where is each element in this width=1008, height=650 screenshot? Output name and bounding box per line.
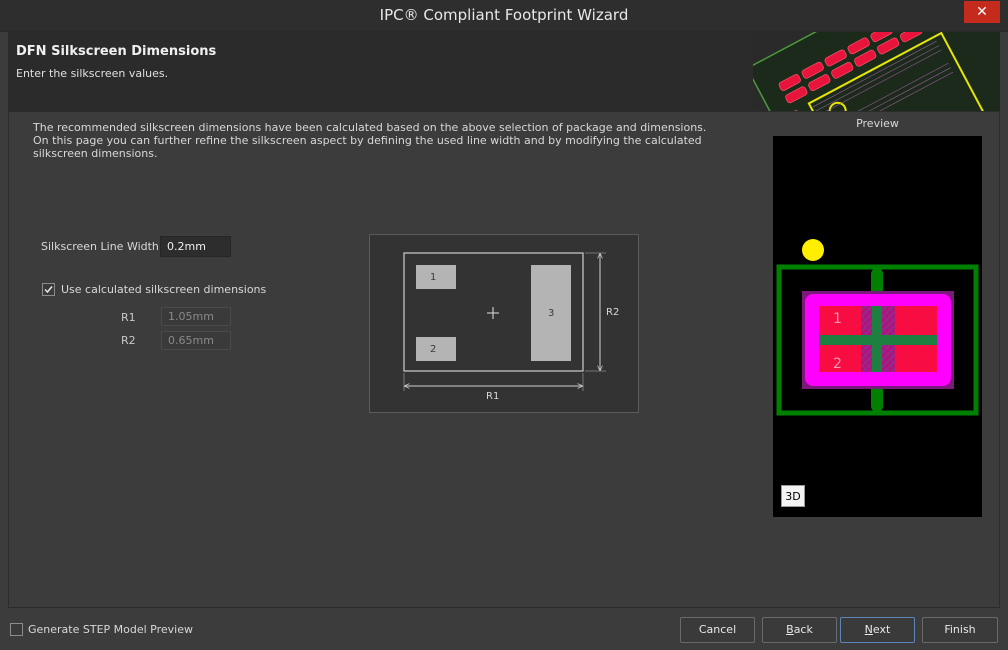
pcb-banner-image (753, 32, 1000, 111)
step-preview-label: Generate STEP Model Preview (28, 623, 193, 636)
step-preview-checkbox[interactable] (10, 623, 23, 636)
preview-pad-2-label: 2 (833, 356, 842, 372)
next-button[interactable]: Next (840, 617, 915, 643)
3d-toggle-button[interactable]: 3D (781, 485, 805, 507)
page-title: DFN Silkscreen Dimensions (16, 44, 217, 59)
r2-label: R2 (121, 334, 136, 347)
next-mnemonic: N (864, 623, 873, 636)
next-label-rest: ext (872, 623, 891, 636)
use-calculated-checkbox[interactable] (42, 283, 55, 296)
r1-input[interactable]: 1.05mm (161, 307, 231, 326)
back-button[interactable]: Back (762, 617, 837, 643)
description-line: silkscreen dimensions. (33, 147, 158, 160)
line-width-label: Silkscreen Line Width (41, 240, 159, 253)
preview-canvas[interactable]: 1 2 (773, 136, 982, 517)
checkmark-icon (44, 286, 53, 294)
r1-label: R1 (121, 311, 136, 324)
cancel-button[interactable]: Cancel (680, 617, 755, 643)
window-title: IPC® Compliant Footprint Wizard (379, 6, 629, 24)
description-text: The recommended silkscreen dimensions ha… (33, 121, 707, 160)
close-button[interactable]: ✕ (964, 1, 1000, 23)
page-subtitle: Enter the silkscreen values. (16, 67, 169, 80)
diagram-pad-1-label: 1 (430, 272, 437, 283)
line-width-input[interactable]: 0.2mm (160, 236, 231, 257)
preview-label: Preview (856, 117, 899, 130)
preview-pad-1-label: 1 (833, 311, 842, 327)
back-mnemonic: B (786, 623, 794, 636)
use-calculated-label: Use calculated silkscreen dimensions (61, 283, 267, 296)
diagram-r1-label: R1 (486, 391, 500, 402)
finish-button[interactable]: Finish (922, 617, 998, 643)
pin1-indicator (802, 239, 824, 261)
description-line: The recommended silkscreen dimensions ha… (33, 121, 707, 134)
back-label-rest: ack (793, 623, 813, 636)
diagram-pad-2-label: 2 (430, 344, 437, 355)
r2-input[interactable]: 0.65mm (161, 331, 231, 350)
header-banner: DFN Silkscreen Dimensions Enter the silk… (8, 32, 1000, 111)
diagram-pad-3-label: 3 (548, 308, 555, 319)
description-line: On this page you can further refine the … (33, 134, 702, 147)
dimension-diagram: 1 2 3 R2 R1 (369, 234, 639, 413)
diagram-r2-label: R2 (606, 307, 620, 318)
